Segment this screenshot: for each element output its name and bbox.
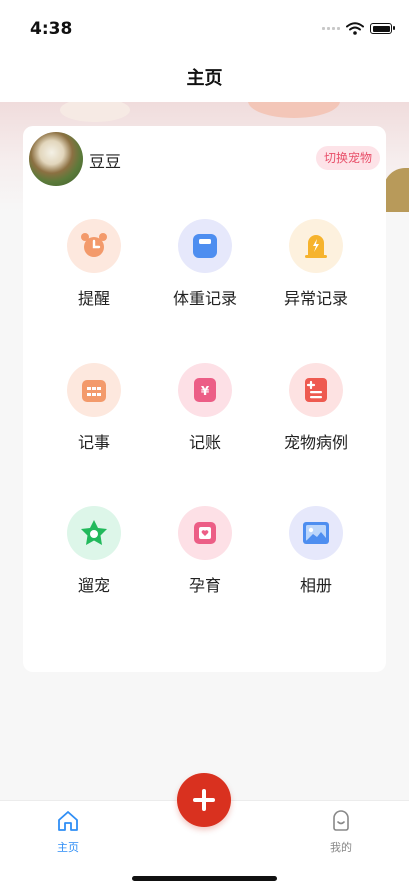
navigation-bar: 主页 <box>0 56 409 102</box>
feature-reminder[interactable]: 提醒 <box>39 219 149 309</box>
feature-label: 相册 <box>299 576 332 595</box>
svg-text:¥: ¥ <box>201 384 210 398</box>
feature-breeding[interactable]: 孕育 <box>150 506 260 596</box>
feature-label: 孕育 <box>188 576 221 595</box>
feature-label: 提醒 <box>77 289 110 308</box>
heart-card-icon <box>178 506 232 560</box>
money-icon: ¥ <box>178 363 232 417</box>
tab-mine[interactable]: 我的 <box>301 809 381 855</box>
feature-label: 异常记录 <box>283 289 348 308</box>
feature-notes[interactable]: 记事 <box>39 363 149 453</box>
tab-home[interactable]: 主页 <box>28 809 108 855</box>
status-icons <box>322 22 395 35</box>
warning-lightning-icon <box>289 219 343 273</box>
tab-mine-label: 我的 <box>330 841 352 854</box>
feature-accounting[interactable]: ¥ 记账 <box>150 363 260 453</box>
feature-abnormal[interactable]: 异常记录 <box>261 219 371 309</box>
feature-label: 宠物病例 <box>283 433 348 452</box>
status-bar: 4:38 <box>0 0 409 56</box>
pet-name: 豆豆 <box>89 152 122 171</box>
battery-icon <box>370 23 395 34</box>
feature-card: 豆豆 切换宠物 提醒 体重记录 异常记录 记事 ¥ 记账 宠物病例 遛宠 孕育 … <box>23 126 386 672</box>
feature-walk[interactable]: 遛宠 <box>39 506 149 596</box>
alarm-clock-icon <box>67 219 121 273</box>
home-indicator <box>132 876 277 881</box>
feature-medical[interactable]: 宠物病例 <box>261 363 371 453</box>
calendar-icon <box>67 363 121 417</box>
pet-avatar[interactable] <box>29 132 83 186</box>
profile-face-icon <box>333 810 349 831</box>
feature-label: 记账 <box>188 433 221 452</box>
tab-home-label: 主页 <box>57 841 79 854</box>
signal-icon <box>322 27 340 30</box>
wifi-icon <box>346 22 364 35</box>
feature-label: 体重记录 <box>172 289 237 308</box>
feature-weight[interactable]: 体重记录 <box>150 219 260 309</box>
home-icon <box>58 811 78 831</box>
add-button[interactable] <box>177 773 231 827</box>
page-title: 主页 <box>186 68 223 89</box>
scale-icon <box>178 219 232 273</box>
switch-pet-button[interactable]: 切换宠物 <box>315 146 380 170</box>
medical-record-icon <box>289 363 343 417</box>
status-time: 4:38 <box>30 19 73 39</box>
feature-label: 记事 <box>77 433 110 452</box>
feature-label: 遛宠 <box>77 576 110 595</box>
star-icon <box>67 506 121 560</box>
feature-album[interactable]: 相册 <box>261 506 371 596</box>
photo-icon <box>289 506 343 560</box>
